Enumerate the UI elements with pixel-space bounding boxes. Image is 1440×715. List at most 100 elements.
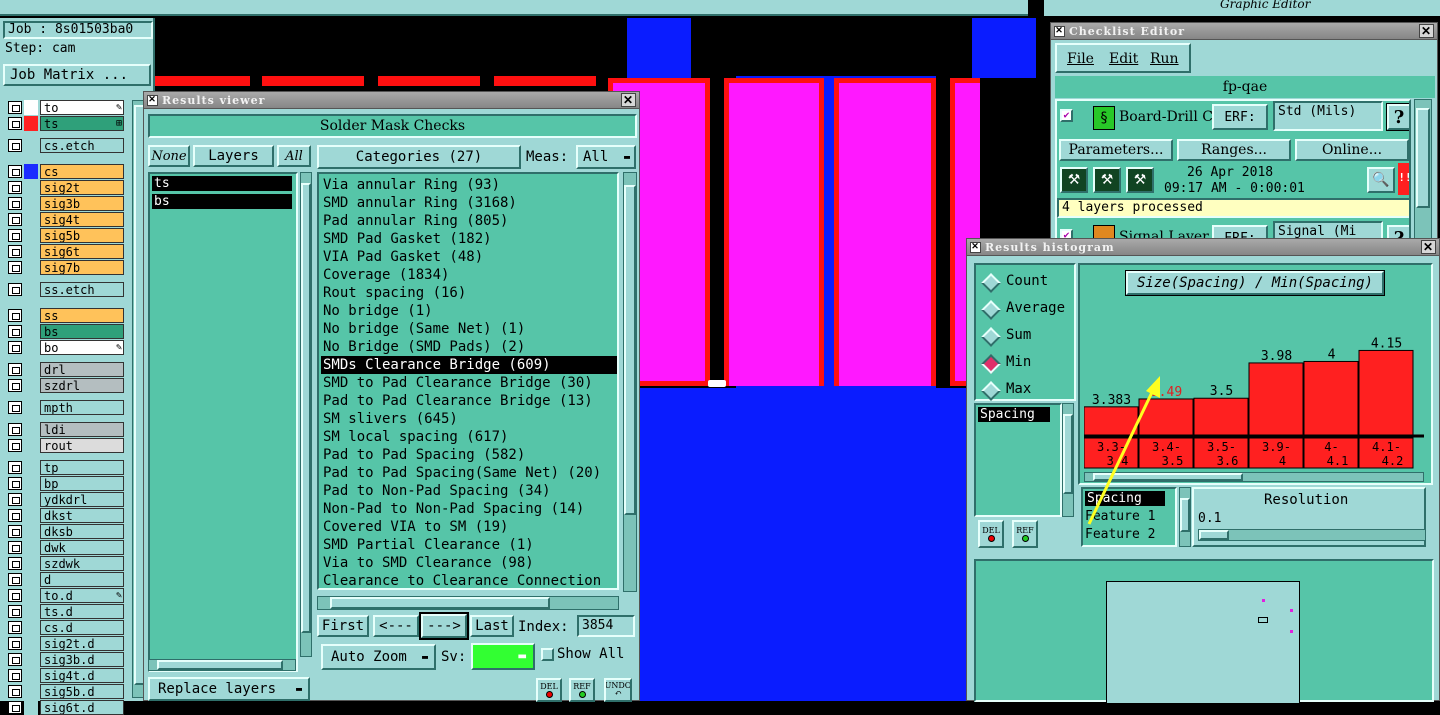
layer-checkbox[interactable] xyxy=(8,439,22,452)
layer-color-swatch[interactable] xyxy=(24,492,38,507)
layer-name[interactable]: to xyxy=(40,100,124,115)
layer-name[interactable]: sig7b xyxy=(40,260,124,275)
layer-checkbox[interactable] xyxy=(8,573,22,586)
hist-attr-feature2[interactable]: Feature 2 xyxy=(1085,527,1155,542)
layer-row[interactable]: sig2t.d xyxy=(8,636,126,651)
layer-checkbox[interactable] xyxy=(8,325,22,338)
viewer-layer-item[interactable]: bs xyxy=(152,194,292,209)
layer-checkbox[interactable] xyxy=(8,261,22,274)
category-item[interactable]: Covered VIA to SM (19) xyxy=(321,518,617,536)
layer-list[interactable]: to ✎ ts ⊞ cs.etch cs sig2t sig3b sig4t sig5b sig6t… xyxy=(0,98,130,715)
layer-checkbox[interactable] xyxy=(8,541,22,554)
category-item[interactable]: Pad annular Ring (805) xyxy=(321,212,617,230)
category-item[interactable]: No bridge (1) xyxy=(321,302,617,320)
layer-checkbox[interactable] xyxy=(8,621,22,634)
layer-row[interactable]: cs.etch xyxy=(8,138,126,153)
layer-row[interactable]: sig3b.d xyxy=(8,652,126,667)
sv-color-dropdown[interactable]: ▬ xyxy=(471,643,535,670)
layer-checkbox[interactable] xyxy=(8,605,22,618)
radio-count[interactable] xyxy=(981,273,1001,293)
layer-name[interactable]: sig5b xyxy=(40,228,124,243)
auto-zoom-dropdown[interactable]: Auto Zoom ▬ xyxy=(321,644,436,670)
layer-color-swatch[interactable] xyxy=(24,524,38,539)
layer-name[interactable]: dksb xyxy=(40,524,124,539)
mode-min[interactable]: Min xyxy=(1006,354,1031,370)
layer-checkbox[interactable] xyxy=(8,283,22,296)
layer-row[interactable]: dwk xyxy=(8,540,126,555)
layer-checkbox[interactable] xyxy=(8,165,22,178)
layer-name[interactable]: sig3b.d xyxy=(40,652,124,667)
layer-name[interactable]: cs.d xyxy=(40,620,124,635)
category-item[interactable]: Rout spacing (16) xyxy=(321,284,617,302)
layer-row[interactable]: cs.d xyxy=(8,620,126,635)
layer-name[interactable]: ss xyxy=(40,308,124,323)
layer-row[interactable]: dkst xyxy=(8,508,126,523)
histogram-bar[interactable] xyxy=(1193,397,1249,436)
layer-row[interactable]: sig6t xyxy=(8,244,126,259)
layer-name[interactable]: bs xyxy=(40,324,124,339)
layer-color-swatch[interactable] xyxy=(24,100,38,115)
category-item[interactable]: No Bridge (SMD Pads) (2) xyxy=(321,338,617,356)
layer-checkbox[interactable] xyxy=(8,461,22,474)
histogram-preview[interactable] xyxy=(974,559,1434,704)
layer-row[interactable]: sig5b xyxy=(8,228,126,243)
close-icon[interactable]: ✕ xyxy=(1419,24,1434,38)
viewer-layer-hscroll-thumb[interactable] xyxy=(157,660,283,670)
layer-checkbox[interactable] xyxy=(8,701,22,714)
layer-row[interactable]: sig5b.d xyxy=(8,684,126,699)
category-item[interactable]: Pad to Pad Spacing (582) xyxy=(321,446,617,464)
layer-row[interactable]: tp xyxy=(8,460,126,475)
layer-checkbox[interactable] xyxy=(8,229,22,242)
layer-row[interactable]: ss.etch xyxy=(8,282,126,297)
layer-row[interactable]: cs xyxy=(8,164,126,179)
layer-color-swatch[interactable] xyxy=(24,340,38,355)
first-button[interactable]: First xyxy=(317,615,369,637)
job-matrix-button[interactable]: Job Matrix ... xyxy=(3,64,151,86)
hist-del-button[interactable]: DEL xyxy=(978,520,1004,548)
layer-name[interactable]: tp xyxy=(40,460,124,475)
resolution-slider[interactable] xyxy=(1198,529,1426,541)
histogram-bar[interactable] xyxy=(1303,360,1359,436)
layer-color-swatch[interactable] xyxy=(24,244,38,259)
erf-button[interactable]: ERF: xyxy=(1212,104,1268,130)
layers-button[interactable]: Layers xyxy=(193,145,274,167)
layer-row[interactable]: to.d ✎ xyxy=(8,588,126,603)
resolution-slider-thumb[interactable] xyxy=(1199,530,1229,540)
layer-row[interactable]: bp xyxy=(8,476,126,491)
layer-row[interactable]: ts ⊞ xyxy=(8,116,126,131)
layer-name[interactable]: sig6t.d xyxy=(40,700,124,715)
layer-name[interactable]: d xyxy=(40,572,124,587)
layer-color-swatch[interactable] xyxy=(24,556,38,571)
window-menu-icon[interactable]: ✕ xyxy=(970,242,981,253)
layer-name[interactable]: ts.d xyxy=(40,604,124,619)
layer-name[interactable]: sig5b.d xyxy=(40,684,124,699)
layer-color-swatch[interactable] xyxy=(24,138,38,153)
layer-color-swatch[interactable] xyxy=(24,652,38,667)
layer-row[interactable]: sig4t xyxy=(8,212,126,227)
layer-name[interactable]: sig2t.d xyxy=(40,636,124,651)
histogram-bar[interactable] xyxy=(1248,362,1304,436)
close-icon[interactable]: ✕ xyxy=(1421,240,1436,254)
layer-color-swatch[interactable] xyxy=(24,116,38,131)
layer-row[interactable]: sig2t xyxy=(8,180,126,195)
layer-row[interactable]: ts.d xyxy=(8,604,126,619)
histogram-titlebar[interactable]: ✕ Results histogram ✕ xyxy=(967,239,1439,256)
layer-color-swatch[interactable] xyxy=(24,604,38,619)
layer-name[interactable]: dkst xyxy=(40,508,124,523)
replace-layers-dropdown[interactable]: Replace layers ▬ xyxy=(148,677,310,701)
layer-color-swatch[interactable] xyxy=(24,476,38,491)
category-item[interactable]: SMD to Pad Clearance Bridge (30) xyxy=(321,374,617,392)
layer-name[interactable]: mpth xyxy=(40,400,124,415)
parameters-button[interactable]: Parameters... xyxy=(1059,139,1173,161)
layer-color-swatch[interactable] xyxy=(24,378,38,393)
layer-name[interactable]: bo xyxy=(40,340,124,355)
histogram-hscroll-thumb[interactable] xyxy=(1093,473,1243,481)
layer-checkbox[interactable] xyxy=(8,589,22,602)
layer-color-swatch[interactable] xyxy=(24,282,38,297)
hist-attr-spacing[interactable]: Spacing xyxy=(1085,491,1165,506)
layer-color-swatch[interactable] xyxy=(24,308,38,323)
layer-name[interactable]: dwk xyxy=(40,540,124,555)
field-list-scrollbar[interactable] xyxy=(1062,403,1074,517)
layer-color-swatch[interactable] xyxy=(24,228,38,243)
category-item[interactable]: SM slivers (645) xyxy=(321,410,617,428)
